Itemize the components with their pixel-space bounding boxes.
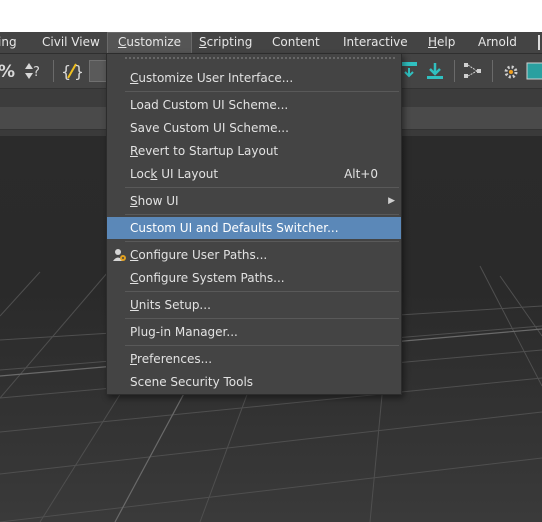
menu-item-plug-in-manager[interactable]: Plug-in Manager... bbox=[107, 321, 401, 343]
menu-separator bbox=[125, 187, 399, 188]
menu-scripting[interactable]: Scripting bbox=[199, 32, 252, 53]
menu-separator bbox=[125, 318, 399, 319]
menu-item-label: onfigure User Paths... bbox=[138, 248, 268, 262]
menu-separator bbox=[125, 241, 399, 242]
menu-item-label: Scene Security Tools bbox=[130, 375, 254, 389]
menu-arnold[interactable]: Arnold bbox=[478, 32, 517, 53]
menu-scripting-label: cripting bbox=[206, 35, 253, 49]
menu-item-custom-ui-defaults-switcher[interactable]: Custom UI and Defaults Switcher... bbox=[107, 217, 401, 239]
toolbar-separator bbox=[454, 60, 455, 82]
menu-item-customize-user-interface[interactable]: Customize User Interface... bbox=[107, 67, 401, 89]
menu-item-configure-user-paths[interactable]: Configure User Paths... bbox=[107, 244, 401, 266]
menu-item-label: Save Custom UI Scheme... bbox=[130, 121, 289, 135]
named-selection-dropdown[interactable] bbox=[89, 60, 107, 82]
menu-customize[interactable]: Customize bbox=[107, 32, 192, 53]
menu-separator bbox=[125, 91, 399, 92]
svg-text:{: { bbox=[61, 62, 71, 81]
menu-interactive[interactable]: Interactive bbox=[343, 32, 408, 53]
render-frame-icon[interactable] bbox=[525, 60, 542, 82]
menu-item-label: evert to Startup Layout bbox=[137, 144, 279, 158]
menu-item-configure-system-paths[interactable]: Configure System Paths... bbox=[107, 267, 401, 289]
menu-item-load-custom-ui-scheme[interactable]: Load Custom UI Scheme... bbox=[107, 94, 401, 116]
svg-text:%: % bbox=[0, 62, 15, 82]
menu-item-label: nits Setup... bbox=[138, 298, 211, 312]
toolbar-separator bbox=[53, 60, 54, 82]
spinner-snap-icon[interactable]: ? bbox=[22, 60, 44, 82]
menu-customize-label: ustomize bbox=[126, 35, 181, 49]
menu-item-mnemonic: P bbox=[130, 352, 138, 366]
svg-text:}: } bbox=[74, 62, 82, 81]
menu-item-revert-to-startup-layout[interactable]: Revert to Startup Layout bbox=[107, 140, 401, 162]
menu-item-mnemonic: U bbox=[130, 298, 139, 312]
menu-rendering[interactable]: ing bbox=[0, 32, 17, 53]
menu-civil-view[interactable]: Civil View bbox=[42, 32, 100, 53]
user-paths-icon bbox=[113, 249, 126, 261]
window-top-area bbox=[0, 0, 542, 32]
menu-item-label: Loc bbox=[130, 167, 151, 181]
menu-item-label: UI Layout bbox=[157, 167, 219, 181]
percent-snap-icon[interactable]: % bbox=[0, 60, 18, 82]
menu-item-shortcut: Alt+0 bbox=[344, 167, 378, 181]
tear-off-handle[interactable] bbox=[107, 54, 401, 64]
menu-content[interactable]: Content bbox=[272, 32, 320, 53]
menu-separator bbox=[125, 291, 399, 292]
menu-item-units-setup[interactable]: Units Setup... bbox=[107, 294, 401, 316]
menu-scripting-mnemonic: S bbox=[199, 35, 207, 49]
menu-item-mnemonic: S bbox=[130, 194, 138, 208]
menu-item-label: how UI bbox=[137, 194, 179, 208]
menu-separator bbox=[125, 214, 399, 215]
render-setup-icon[interactable] bbox=[500, 60, 522, 82]
align-icon[interactable] bbox=[399, 60, 421, 82]
menubar-edge-marker bbox=[538, 35, 540, 50]
menu-item-lock-ui-layout[interactable]: Lock UI Layout Alt+0 bbox=[107, 163, 401, 185]
schematic-view-icon[interactable] bbox=[462, 60, 484, 82]
menu-separator bbox=[125, 345, 399, 346]
menu-item-label: Plug-in Manager... bbox=[130, 325, 238, 339]
customize-menu-dropdown: Customize User Interface... Load Custom … bbox=[106, 53, 402, 395]
menu-item-mnemonic: R bbox=[130, 144, 138, 158]
edit-named-selection-icon[interactable]: { } bbox=[60, 60, 82, 82]
toolbar-separator bbox=[492, 60, 493, 82]
svg-text:?: ? bbox=[33, 65, 40, 80]
menu-help-mnemonic: H bbox=[428, 35, 438, 49]
menu-item-save-custom-ui-scheme[interactable]: Save Custom UI Scheme... bbox=[107, 117, 401, 139]
menu-item-label: onfigure System Paths... bbox=[138, 271, 285, 285]
menu-item-preferences[interactable]: Preferences... bbox=[107, 348, 401, 370]
menu-item-label: references... bbox=[137, 352, 213, 366]
menu-item-show-ui[interactable]: Show UI ▶ bbox=[107, 190, 401, 212]
menu-item-scene-security-tools[interactable]: Scene Security Tools bbox=[107, 371, 401, 393]
menu-bar: ing Civil View Customize Scripting Conte… bbox=[0, 32, 542, 54]
submenu-arrow-icon: ▶ bbox=[388, 196, 395, 206]
menu-item-label: ustomize User Interface... bbox=[138, 71, 294, 85]
menu-item-label: Load Custom UI Scheme... bbox=[130, 98, 289, 112]
normal-align-icon[interactable] bbox=[424, 60, 446, 82]
menu-help-label: elp bbox=[437, 35, 456, 49]
menu-help[interactable]: Help bbox=[428, 32, 455, 53]
menu-item-label: Custom UI and Defaults Switcher... bbox=[130, 221, 339, 235]
